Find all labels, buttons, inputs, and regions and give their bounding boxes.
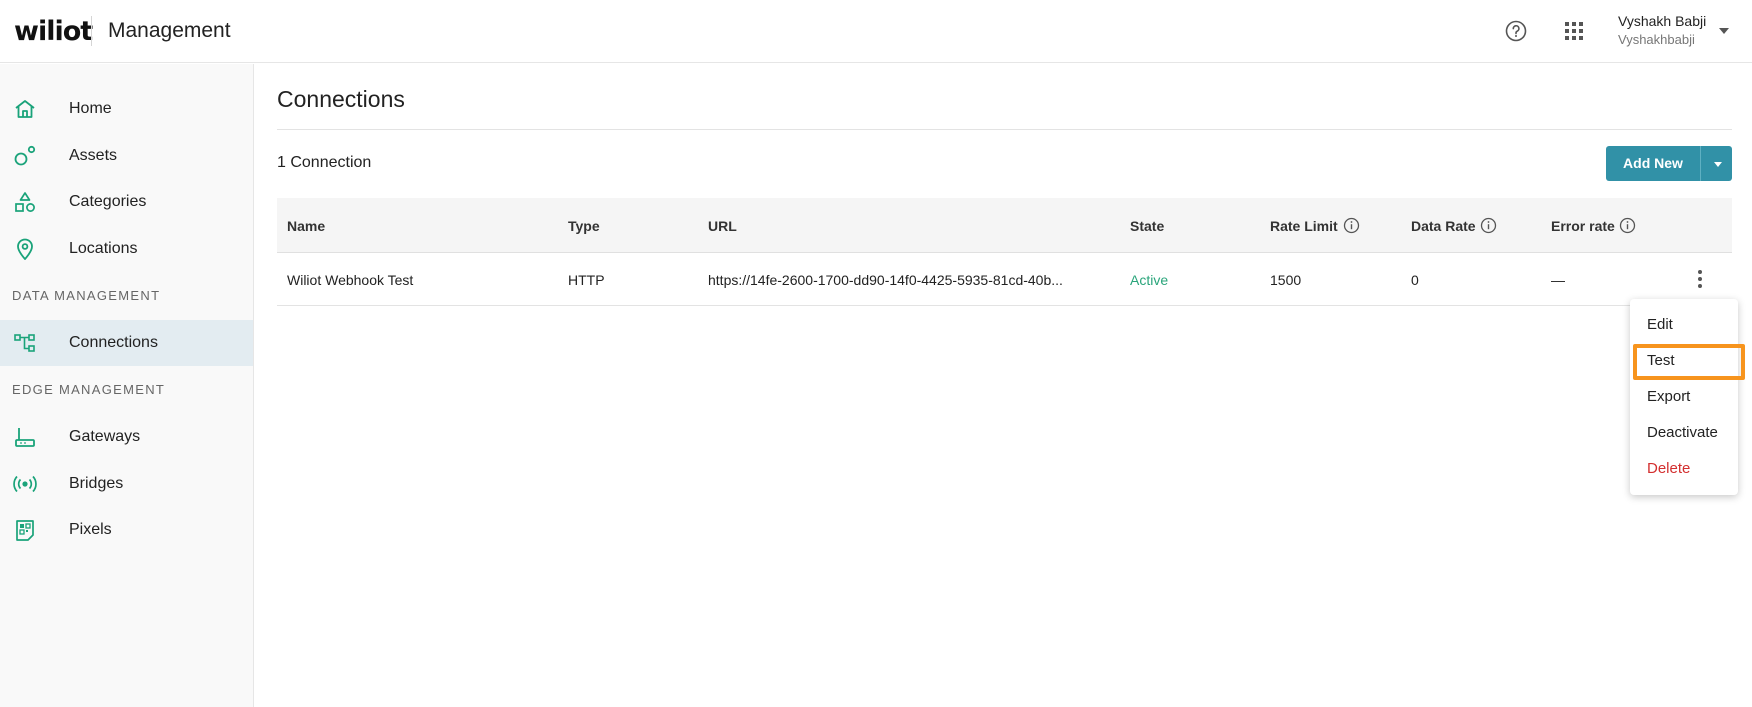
user-name: Vyshakh Babji bbox=[1618, 13, 1707, 29]
cell-state: Active bbox=[1130, 272, 1169, 288]
gateway-icon bbox=[15, 428, 35, 447]
assets-icon bbox=[14, 145, 36, 166]
sidebar-item-pixels[interactable]: Pixels bbox=[0, 507, 253, 553]
menu-item-delete[interactable]: Delete bbox=[1647, 460, 1690, 477]
sidebar-item-gateways[interactable]: Gateways bbox=[0, 414, 253, 460]
info-icon[interactable] bbox=[1619, 217, 1636, 234]
cell-error-rate: — bbox=[1551, 272, 1565, 288]
section-data-management: DATA MANAGEMENT bbox=[12, 288, 161, 303]
add-new-dropdown-caret-icon[interactable] bbox=[1714, 162, 1722, 167]
sidebar-item-connections[interactable]: Connections bbox=[0, 320, 253, 366]
title-divider bbox=[277, 129, 1732, 130]
sidebar-item-label: Locations bbox=[69, 240, 138, 257]
menu-item-deactivate[interactable]: Deactivate bbox=[1647, 424, 1718, 441]
column-header-url[interactable]: URL bbox=[708, 218, 737, 234]
pixel-tag-icon bbox=[16, 520, 34, 541]
sidebar-item-label: Home bbox=[69, 100, 112, 117]
caret-down-icon[interactable] bbox=[1719, 28, 1729, 34]
section-edge-management: EDGE MANAGEMENT bbox=[12, 382, 166, 397]
info-icon[interactable] bbox=[1480, 217, 1497, 234]
column-header-rate-limit[interactable]: Rate Limit bbox=[1270, 218, 1338, 234]
cell-rate-limit: 1500 bbox=[1270, 272, 1302, 288]
sidebar: Home Assets Categories Locations DATA MA… bbox=[0, 64, 254, 707]
wiliot-logo[interactable]: wiliot bbox=[14, 16, 93, 47]
column-header-error-rate[interactable]: Error rate bbox=[1551, 218, 1615, 234]
column-header-data-rate[interactable]: Data Rate bbox=[1411, 218, 1476, 234]
table-header: Name Type URL State Rate Limit Data Rate… bbox=[277, 198, 1732, 253]
cell-type: HTTP bbox=[568, 272, 605, 288]
column-header-state[interactable]: State bbox=[1130, 218, 1164, 234]
column-header-name[interactable]: Name bbox=[287, 218, 325, 234]
sidebar-item-label: Gateways bbox=[69, 428, 141, 445]
cell-data-rate: 0 bbox=[1411, 272, 1419, 288]
help-circle-icon[interactable] bbox=[1505, 20, 1527, 42]
apps-grid-icon[interactable] bbox=[1564, 21, 1584, 41]
bridge-broadcast-icon bbox=[13, 475, 37, 493]
menu-item-export[interactable]: Export bbox=[1647, 388, 1690, 405]
sidebar-item-home[interactable]: Home bbox=[0, 86, 253, 132]
add-new-button[interactable]: Add New bbox=[1606, 155, 1700, 171]
table-row[interactable]: Wiliot Webhook Test HTTP https://14fe-26… bbox=[277, 254, 1732, 306]
sidebar-item-label: Bridges bbox=[69, 475, 124, 492]
sidebar-item-label: Connections bbox=[69, 334, 158, 351]
highlight-box bbox=[1633, 344, 1745, 380]
header-divider bbox=[91, 16, 92, 46]
sidebar-item-locations[interactable]: Locations bbox=[0, 226, 253, 272]
more-vertical-icon[interactable] bbox=[1697, 270, 1703, 288]
cell-name: Wiliot Webhook Test bbox=[287, 272, 414, 288]
sidebar-item-label: Assets bbox=[69, 147, 118, 164]
top-bar: wiliot Management Vyshakh Babji Vyshakhb… bbox=[0, 0, 1752, 63]
user-menu[interactable]: Vyshakh Babji Vyshakhbabji bbox=[1618, 13, 1706, 47]
sidebar-item-bridges[interactable]: Bridges bbox=[0, 461, 253, 507]
cell-url: https://14fe-2600-1700-dd90-14f0-4425-59… bbox=[708, 272, 1063, 288]
menu-item-edit[interactable]: Edit bbox=[1647, 316, 1673, 333]
sidebar-item-label: Categories bbox=[69, 193, 147, 210]
info-icon[interactable] bbox=[1343, 217, 1360, 234]
split-divider bbox=[1700, 146, 1701, 181]
column-header-type[interactable]: Type bbox=[568, 218, 600, 234]
categories-icon bbox=[15, 192, 35, 212]
row-actions-menu: Edit Test Export Deactivate Delete bbox=[1630, 299, 1738, 495]
connection-count: 1 Connection bbox=[277, 154, 372, 171]
location-pin-icon bbox=[17, 238, 33, 260]
home-icon bbox=[15, 100, 35, 118]
app-title: Management bbox=[108, 19, 231, 42]
connections-icon bbox=[14, 334, 35, 352]
user-handle: Vyshakhbabji bbox=[1618, 32, 1695, 47]
sidebar-item-assets[interactable]: Assets bbox=[0, 133, 253, 179]
sidebar-item-categories[interactable]: Categories bbox=[0, 179, 253, 225]
add-new-split-button: Add New bbox=[1606, 146, 1732, 181]
page-title: Connections bbox=[277, 86, 405, 112]
sidebar-item-label: Pixels bbox=[69, 521, 112, 538]
